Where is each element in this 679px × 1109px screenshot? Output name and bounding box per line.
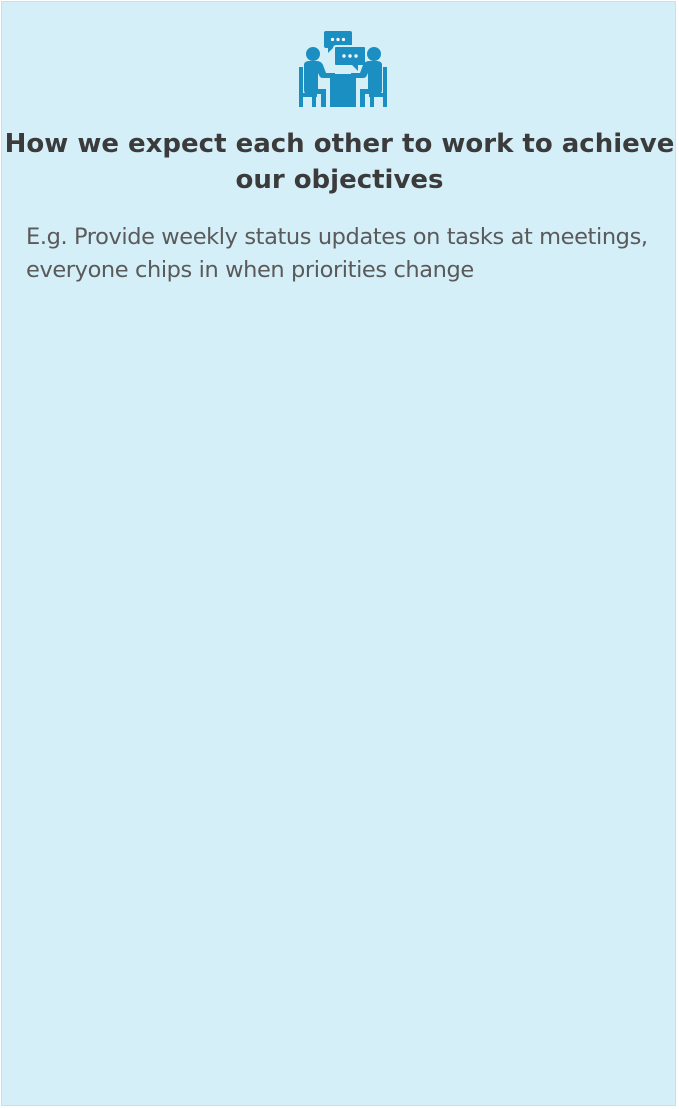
- card-body-text: E.g. Provide weekly status updates on ta…: [26, 224, 648, 283]
- meeting-people-icon: [295, 29, 391, 109]
- card-title: How we expect each other to work to achi…: [4, 129, 675, 195]
- working-agreement-card: How we expect each other to work to achi…: [1, 1, 676, 1106]
